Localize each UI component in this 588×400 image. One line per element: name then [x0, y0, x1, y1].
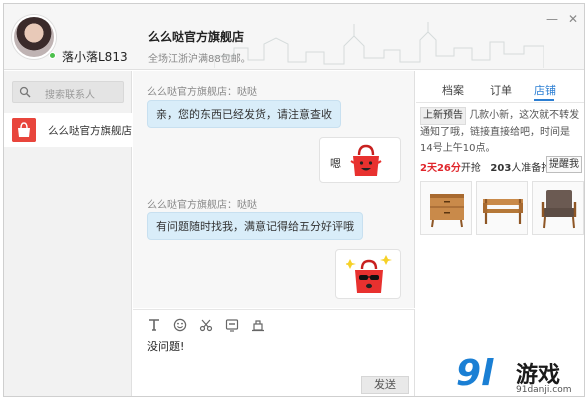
countdown-time: 2天26分	[420, 163, 461, 174]
site-watermark: 9l 游戏 91danji.com	[456, 355, 584, 397]
shake-icon[interactable]	[251, 318, 265, 332]
tab-shop[interactable]: 店铺	[534, 82, 556, 98]
wooden-cabinet-image	[430, 194, 464, 228]
watermark-logo: 9l	[456, 353, 494, 394]
tab-orders[interactable]: 订单	[490, 82, 512, 98]
scissors-icon[interactable]	[199, 318, 213, 332]
header: 落小落L813 么么哒官方旗舰店 全场江浙沪满88包邮。 — ✕	[4, 4, 584, 70]
shop-bag-icon	[12, 118, 36, 142]
city-skyline-decoration	[214, 22, 544, 68]
contacts-panel: 搜索联系人 么么哒官方旗舰店	[4, 71, 132, 396]
search-icon	[19, 86, 31, 98]
contact-name: 么么哒官方旗舰店	[48, 125, 132, 137]
message-text: 嗯	[330, 157, 341, 170]
font-icon[interactable]	[147, 318, 161, 332]
screenshot-icon[interactable]	[225, 318, 239, 332]
user-name: 落小落L813	[62, 50, 128, 64]
wooden-bench-image	[483, 199, 523, 224]
product-thumbnail-bench[interactable]	[476, 181, 528, 235]
message-bubble: 有问题随时找我，满意记得给五分好评哦	[147, 212, 363, 240]
waiting-count: 203	[490, 163, 512, 174]
promo-notice: 上新预告 几款小新，这次就不转发通知了哦，链接直接给吧，时间是14号上午10点。	[420, 107, 582, 157]
promo-tag: 上新预告	[420, 107, 466, 125]
active-tab-indicator	[534, 99, 554, 101]
info-tabs: 档案 订单 店铺	[416, 79, 584, 103]
message-bubble-self	[335, 249, 401, 299]
shop-info-panel: 档案 订单 店铺 上新预告 几款小新，这次就不转发通知了哦，链接直接给吧，时间是…	[416, 71, 584, 396]
chat-window: 落小落L813 么么哒官方旗舰店 全场江浙沪满88包邮。 — ✕ 搜索联系人 么…	[3, 3, 585, 397]
online-status-icon	[49, 52, 56, 59]
message-composer[interactable]: 没问题! 发送	[133, 309, 415, 396]
search-input[interactable]: 搜索联系人	[12, 81, 124, 103]
message-bubble-self: 嗯	[319, 137, 401, 183]
contact-item[interactable]: 么么哒官方旗舰店	[4, 113, 132, 147]
close-button[interactable]: ✕	[566, 12, 580, 26]
product-thumbnail-cabinet[interactable]	[420, 181, 472, 235]
red-bag-sunglasses-sticker	[346, 255, 392, 293]
minimize-button[interactable]: —	[545, 12, 559, 26]
message-input[interactable]: 没问题!	[147, 338, 184, 354]
countdown: 2天26分开抢 203人准备抢	[420, 159, 551, 174]
message-sender: 么么哒官方旗舰店：哒哒	[147, 87, 257, 98]
armchair-image	[541, 190, 577, 229]
remind-me-button[interactable]: 提醒我	[546, 156, 582, 173]
product-thumbnail-armchair[interactable]	[532, 181, 584, 235]
countdown-suffix: 开抢	[460, 163, 481, 174]
emoji-icon[interactable]	[173, 318, 187, 332]
message-list[interactable]: 么么哒官方旗舰店：哒哒 亲，您的东西已经发货，请注意查收 嗯 么么哒官方旗舰店：…	[133, 71, 415, 308]
red-bag-smile-sticker	[350, 144, 382, 176]
watermark-url: 91danji.com	[516, 385, 572, 395]
message-bubble: 亲，您的东西已经发货，请注意查收	[147, 100, 341, 128]
tab-profile[interactable]: 档案	[442, 82, 464, 98]
send-button[interactable]: 发送	[361, 376, 409, 394]
message-sender: 么么哒官方旗舰店：哒哒	[147, 200, 257, 211]
search-placeholder: 搜索联系人	[45, 90, 95, 101]
